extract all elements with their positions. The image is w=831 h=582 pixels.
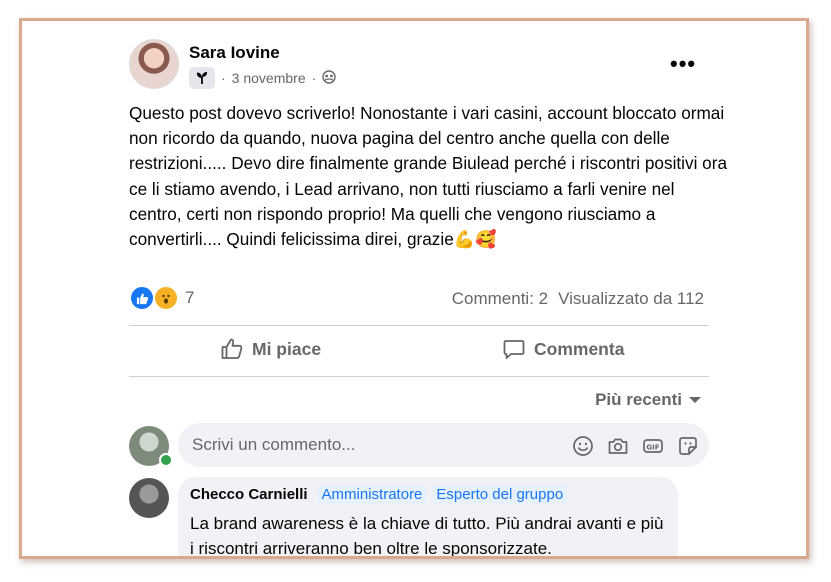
post-text: Questo post dovevo scriverlo! Nonostante…	[129, 103, 728, 250]
like-label: Mi piace	[252, 338, 322, 359]
divider	[129, 325, 709, 326]
commenter-name[interactable]: Checco Carnielli	[190, 486, 308, 503]
expert-badge[interactable]: Esperto del gruppo	[432, 485, 568, 504]
post-meta: · 3 novembre ·	[189, 67, 336, 89]
composer-tools: GIF	[571, 434, 699, 457]
comments-count[interactable]: Commenti: 2	[452, 289, 548, 309]
comment-button[interactable]: Commenta	[502, 337, 624, 361]
comment-label: Commenta	[534, 338, 625, 359]
like-reaction-icon	[129, 285, 155, 311]
post-body: Questo post dovevo scriverlo! Nonostante…	[129, 101, 729, 252]
group-icon	[322, 69, 336, 87]
comment-header: Checco Carnielli Amministratore Esperto …	[190, 485, 568, 504]
reaction-count: 7	[185, 288, 195, 307]
post-date[interactable]: 3 novembre	[232, 70, 306, 86]
author-name[interactable]: Sara Iovine	[189, 43, 280, 63]
camera-icon[interactable]	[606, 434, 629, 457]
wow-reaction-icon	[153, 285, 179, 311]
svg-text:GIF: GIF	[646, 443, 659, 451]
sort-dropdown[interactable]: Più recenti	[595, 390, 702, 410]
sprout-icon[interactable]	[189, 67, 215, 89]
post-card: Sara Iovine · 3 novembre · ••• Questo po…	[19, 18, 809, 559]
post-stats: Commenti: 2 Visualizzato da 112	[452, 289, 704, 309]
commenter-avatar[interactable]	[129, 478, 169, 518]
views-count[interactable]: Visualizzato da 112	[558, 289, 704, 309]
comment-icon	[503, 340, 525, 359]
chevron-down-icon	[689, 397, 701, 403]
thumbs-up-icon	[221, 338, 243, 359]
gif-icon[interactable]: GIF	[641, 434, 664, 457]
post-emojis: 💪🥰	[453, 229, 497, 250]
comment-bubble: Checco Carnielli Amministratore Esperto …	[178, 477, 678, 558]
comment-input[interactable]: Scrivi un commento... GIF	[178, 423, 709, 467]
comment-text: La brand awareness è la chiave di tutto.…	[190, 514, 664, 558]
like-button[interactable]: Mi piace	[220, 337, 321, 361]
author-avatar[interactable]	[129, 39, 179, 89]
admin-badge[interactable]: Amministratore	[317, 485, 427, 504]
comment-placeholder: Scrivi un commento...	[192, 435, 356, 454]
meta-separator: ·	[311, 70, 317, 86]
emoji-icon[interactable]	[571, 434, 594, 457]
sticker-icon[interactable]	[676, 434, 699, 457]
more-options-button[interactable]: •••	[670, 51, 696, 77]
sort-label: Più recenti	[595, 390, 682, 409]
meta-separator: ·	[221, 70, 226, 86]
divider	[129, 376, 709, 377]
reactions-summary[interactable]: 7	[129, 285, 194, 311]
online-status-indicator	[159, 453, 173, 467]
